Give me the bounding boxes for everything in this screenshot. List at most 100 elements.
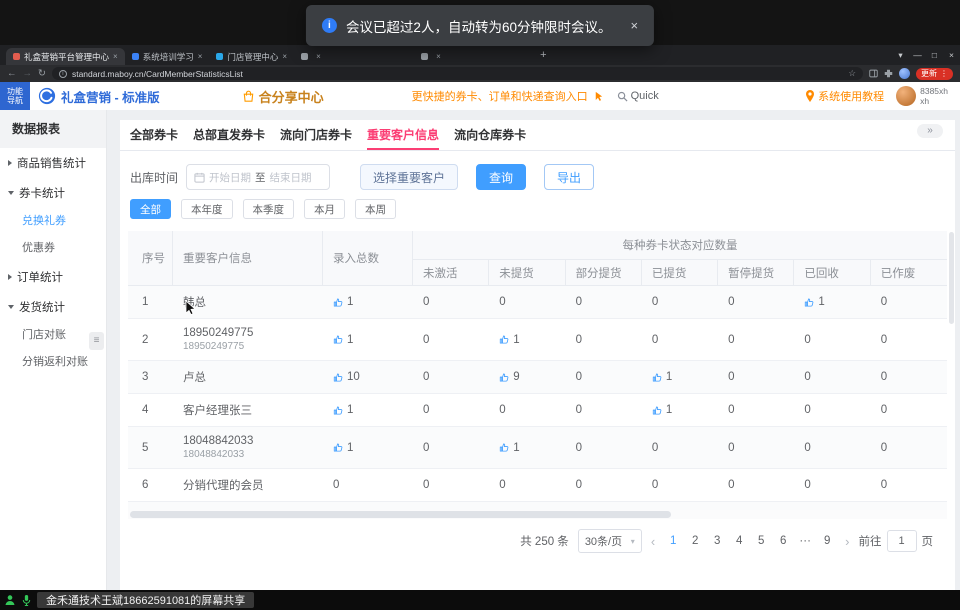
browser-tab-1[interactable]: 礼盒营销平台管理中心 × <box>6 48 125 65</box>
sidebar-item-card-stats[interactable]: 券卡统计 <box>0 178 106 208</box>
status-cell: 0 <box>871 471 947 499</box>
user-name: 8385xhxh <box>920 86 948 106</box>
quick-search[interactable]: Quick <box>617 90 659 102</box>
start-date-placeholder: 开始日期 <box>209 170 251 185</box>
reload-icon[interactable]: ↻ <box>38 68 46 79</box>
status-cell[interactable]: 1 <box>489 434 565 462</box>
page-number[interactable]: 4 <box>730 535 748 547</box>
total-cell[interactable]: 1 <box>323 288 413 316</box>
browser-tab-2[interactable]: 系统培训学习 × <box>125 48 210 65</box>
page-number[interactable]: 3 <box>708 535 726 547</box>
select-customer-button[interactable]: 选择重要客户 <box>360 164 458 190</box>
page-ellipsis[interactable]: ··· <box>796 535 814 547</box>
vertical-scrollbar[interactable] <box>949 232 954 324</box>
quick-filter-year[interactable]: 本年度 <box>181 199 233 219</box>
minimize-icon[interactable]: — <box>909 45 926 65</box>
forward-icon[interactable]: → <box>23 68 33 79</box>
next-page-icon[interactable]: › <box>845 534 849 549</box>
quick-filter-quarter[interactable]: 本季度 <box>243 199 295 219</box>
tutorial-link[interactable]: 系统使用教程 <box>805 88 884 104</box>
browser-tab-5[interactable]: × <box>414 48 534 65</box>
gift-bag-icon <box>242 90 255 103</box>
status-cell: 0 <box>718 288 794 316</box>
hand-link-icon <box>333 334 344 345</box>
tab-search-icon[interactable]: ▾ <box>892 45 909 65</box>
goto-page-input[interactable] <box>887 530 917 552</box>
search-button[interactable]: 查询 <box>476 164 526 190</box>
maximize-icon[interactable]: □ <box>926 45 943 65</box>
page-number[interactable]: 5 <box>752 535 770 547</box>
quick-filter-week[interactable]: 本周 <box>355 199 396 219</box>
sidebar-collapse-handle[interactable]: ≡ <box>89 332 104 350</box>
scrollbar-thumb[interactable] <box>130 511 671 518</box>
page-number[interactable]: 9 <box>818 535 836 547</box>
sidebar-item-rebate-reconciliation[interactable]: 分销返利对账 <box>0 349 106 376</box>
status-cell[interactable]: 1 <box>642 363 718 391</box>
tab-hq-direct-cards[interactable]: 总部直发券卡 <box>193 120 265 150</box>
sidebar-item-product-sales[interactable]: 商品销售统计 <box>0 148 106 178</box>
header-status: 未提货 <box>489 260 565 286</box>
tab-warehouse-flow-cards[interactable]: 流向仓库券卡 <box>454 120 526 150</box>
close-icon[interactable]: × <box>943 45 960 65</box>
site-info-icon[interactable]: i <box>59 70 67 78</box>
extensions-puzzle-icon[interactable] <box>884 69 893 78</box>
page-number[interactable]: 2 <box>686 535 704 547</box>
browser-profile-avatar[interactable] <box>899 68 910 79</box>
brand-name: 礼盒营销 - 标准版 <box>61 87 160 106</box>
toast-close-icon[interactable]: × <box>630 18 638 33</box>
sidebar-item-exchange-coupon[interactable]: 兑换礼券 <box>0 208 106 235</box>
customer-cell: 客户经理张三 <box>173 394 323 426</box>
bookmark-star-icon[interactable]: ☆ <box>848 68 856 79</box>
table-row: 4客户经理张三10001000 <box>128 394 947 427</box>
tab-close-icon[interactable]: × <box>316 52 321 61</box>
app-header: 功能 导航 礼盒营销 - 标准版 合分享中心 更快捷的券卡、订单和快递查询入口 … <box>0 82 960 110</box>
menu-dots-icon[interactable]: ⋮ <box>940 69 948 78</box>
status-cell: 0 <box>871 288 947 316</box>
nav-toggle-button[interactable]: 功能 导航 <box>0 82 30 110</box>
share-center-link[interactable]: 合分享中心 <box>242 87 324 106</box>
page-number[interactable]: 1 <box>664 535 682 547</box>
sidebar-item-order-stats[interactable]: 订单统计 <box>0 262 106 292</box>
status-cell[interactable]: 1 <box>489 326 565 354</box>
total-cell[interactable]: 1 <box>323 326 413 354</box>
page-number[interactable]: 6 <box>774 535 792 547</box>
prev-page-icon[interactable]: ‹ <box>651 534 655 549</box>
panel-collapse-icon[interactable]: » <box>917 124 943 138</box>
tab-label: 门店管理中心 <box>227 51 278 63</box>
microphone-icon <box>21 594 32 606</box>
status-cell: 0 <box>642 288 718 316</box>
tab-close-icon[interactable]: × <box>282 52 287 61</box>
back-icon[interactable]: ← <box>7 68 17 79</box>
status-cell[interactable]: 1 <box>794 288 870 316</box>
tab-store-flow-cards[interactable]: 流向门店券卡 <box>280 120 352 150</box>
horizontal-scrollbar[interactable] <box>128 510 947 519</box>
address-bar[interactable]: i standard.maboy.cn/CardMemberStatistics… <box>52 67 863 80</box>
side-panel-icon[interactable] <box>869 69 878 78</box>
total-cell[interactable]: 1 <box>323 434 413 462</box>
meeting-toast: i 会议已超过2人，自动转为60分钟限时会议。 × <box>306 5 654 46</box>
quick-filter-month[interactable]: 本月 <box>304 199 345 219</box>
user-block[interactable]: 8385xhxh <box>896 86 948 106</box>
tab-close-icon[interactable]: × <box>436 52 441 61</box>
status-cell[interactable]: 1 <box>642 396 718 424</box>
calendar-icon <box>194 172 205 183</box>
date-range-input[interactable]: 开始日期 至 结束日期 <box>186 164 330 190</box>
quick-filter-all[interactable]: 全部 <box>130 199 171 219</box>
browser-tab-3[interactable]: 门店管理中心 × <box>209 48 294 65</box>
browser-tab-4[interactable]: × <box>294 48 414 65</box>
tab-close-icon[interactable]: × <box>113 52 118 61</box>
total-cell[interactable]: 10 <box>323 363 413 391</box>
page-size-select[interactable]: 30条/页 ▾ <box>578 529 642 553</box>
status-cell: 0 <box>566 326 642 354</box>
update-button[interactable]: 更新 ⋮ <box>916 68 953 80</box>
select-arrow-icon: ▾ <box>631 537 635 546</box>
sidebar-item-shipping-stats[interactable]: 发货统计 <box>0 292 106 322</box>
export-button[interactable]: 导出 <box>544 164 594 190</box>
sidebar-item-discount-coupon[interactable]: 优惠券 <box>0 235 106 262</box>
total-cell[interactable]: 1 <box>323 396 413 424</box>
tab-close-icon[interactable]: × <box>198 52 203 61</box>
new-tab-button[interactable]: + <box>540 49 546 61</box>
tab-important-customers[interactable]: 重要客户信息 <box>367 120 439 150</box>
status-cell[interactable]: 9 <box>489 363 565 391</box>
tab-all-cards[interactable]: 全部券卡 <box>130 120 178 150</box>
